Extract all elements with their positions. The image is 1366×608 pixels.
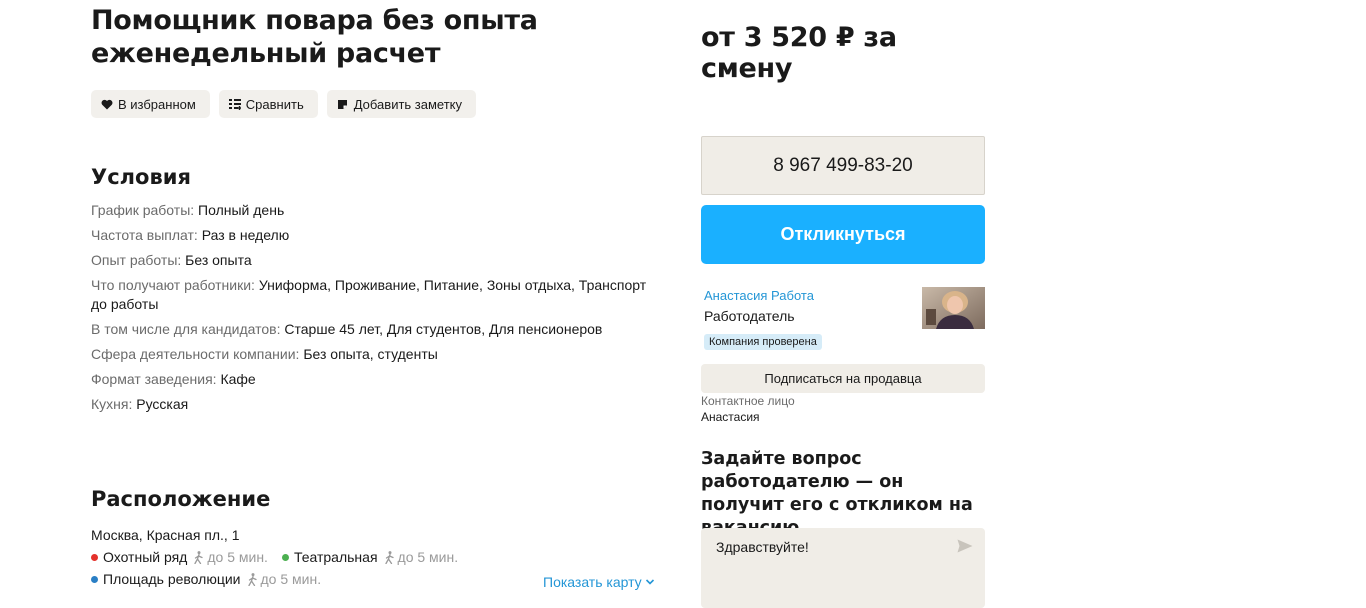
walk-time: до 5 мин. — [193, 548, 268, 567]
walking-person-icon — [194, 551, 204, 564]
condition-value: Без опыта, студенты — [303, 346, 438, 362]
verified-badge: Компания проверена — [704, 334, 822, 350]
metro-station-name: Театральная — [293, 549, 378, 565]
conditions-heading: Условия — [91, 165, 191, 189]
conditions-list: График работы: Полный день Частота выпла… — [91, 201, 651, 420]
contact-person-label: Контактное лицо — [701, 394, 795, 408]
condition-value: Кафе — [220, 371, 256, 387]
condition-label: Опыт работы: — [91, 252, 182, 268]
condition-row-schedule: График работы: Полный день — [91, 201, 651, 220]
compare-icon — [228, 98, 241, 110]
metro-dot-blue — [91, 576, 98, 583]
condition-row-payout: Частота выплат: Раз в неделю — [91, 226, 651, 245]
condition-label: График работы: — [91, 202, 195, 218]
add-note-button-label: Добавить заметку — [353, 96, 463, 112]
show-map-label: Показать карту — [543, 574, 642, 590]
favorite-button-label: В избранном — [118, 96, 196, 112]
condition-row-candidates: В том числе для кандидатов: Старше 45 ле… — [91, 320, 651, 339]
vacancy-title-line-1: Помощник повара без опыта — [91, 5, 538, 36]
salary: от 3 520 ₽ за смену — [701, 22, 897, 84]
condition-row-industry: Сфера деятельности компании: Без опыта, … — [91, 345, 651, 364]
walk-time-text: до 5 мин. — [260, 571, 322, 587]
show-map-link[interactable]: Показать карту — [543, 574, 655, 590]
employer-role: Работодатель — [704, 308, 795, 324]
location-block: Москва, Красная пл., 1 Охотный ряд до 5 … — [91, 526, 671, 590]
metro-line-1: Охотный ряд до 5 мин. Театральная до 5 м… — [91, 548, 671, 567]
phone-button[interactable]: 8 967 499-83-20 — [701, 136, 985, 195]
walking-person-icon — [247, 573, 257, 586]
vacancy-title: Помощник повара без опыта еженедельный р… — [91, 4, 651, 70]
condition-value: Русская — [136, 396, 189, 412]
subscribe-button[interactable]: Подписаться на продавца — [701, 364, 985, 393]
location-heading: Расположение — [91, 487, 271, 511]
metro-dot-green — [281, 554, 289, 561]
condition-label: Частота выплат: — [91, 227, 198, 243]
send-icon[interactable] — [957, 539, 973, 558]
walk-time-text: до 5 мин. — [207, 549, 268, 565]
condition-label: Что получают работники: — [91, 277, 255, 293]
condition-row-benefits: Что получают работники: Униформа, Прожив… — [91, 276, 651, 314]
vacancy-title-line-2: еженедельный расчет — [91, 38, 441, 69]
avatar[interactable] — [922, 287, 985, 329]
vacancy-actions: В избранном Сравнить Добавить заметку — [91, 90, 477, 118]
condition-value: Без опыта — [185, 252, 252, 268]
condition-value: Старше 45 лет, Для студентов, Для пенсио… — [284, 321, 603, 337]
condition-row-cuisine: Кухня: Русская — [91, 395, 651, 414]
employer-name-link[interactable]: Анастасия Работа — [704, 288, 814, 303]
respond-button[interactable]: Откликнуться — [701, 205, 985, 264]
favorite-button[interactable]: В избранном — [91, 90, 210, 118]
compare-button-label: Сравнить — [245, 96, 304, 112]
add-note-button[interactable]: Добавить заметку — [326, 90, 477, 118]
condition-label: Формат заведения: — [91, 371, 217, 387]
walk-time-text: до 5 мин. — [397, 549, 459, 565]
compare-button[interactable]: Сравнить — [218, 90, 318, 118]
condition-row-experience: Опыт работы: Без опыта — [91, 251, 651, 270]
ask-question-heading: Задайте вопрос работодателю — он получит… — [701, 449, 973, 538]
condition-label: В том числе для кандидатов: — [91, 321, 281, 337]
heart-icon — [101, 98, 113, 110]
condition-label: Кухня: — [91, 396, 133, 412]
condition-label: Сфера деятельности компании: — [91, 346, 300, 362]
condition-value: Полный день — [198, 202, 285, 218]
metro-station-name: Площадь революции — [103, 571, 241, 587]
condition-row-format: Формат заведения: Кафе — [91, 370, 651, 389]
note-icon — [337, 98, 349, 110]
contact-person-name: Анастасия — [701, 410, 760, 424]
metro-station-name: Охотный ряд — [103, 549, 188, 565]
address: Москва, Красная пл., 1 — [91, 527, 240, 543]
chevron-down-icon — [645, 579, 654, 585]
question-text: Здравствуйте! — [716, 539, 809, 555]
walking-person-icon — [384, 551, 394, 564]
condition-value: Раз в неделю — [201, 227, 290, 243]
question-textarea[interactable]: Здравствуйте! — [701, 528, 985, 608]
walk-time: до 5 мин. — [384, 548, 459, 567]
walk-time: до 5 мин. — [247, 570, 322, 589]
metro-dot-red — [91, 554, 98, 561]
